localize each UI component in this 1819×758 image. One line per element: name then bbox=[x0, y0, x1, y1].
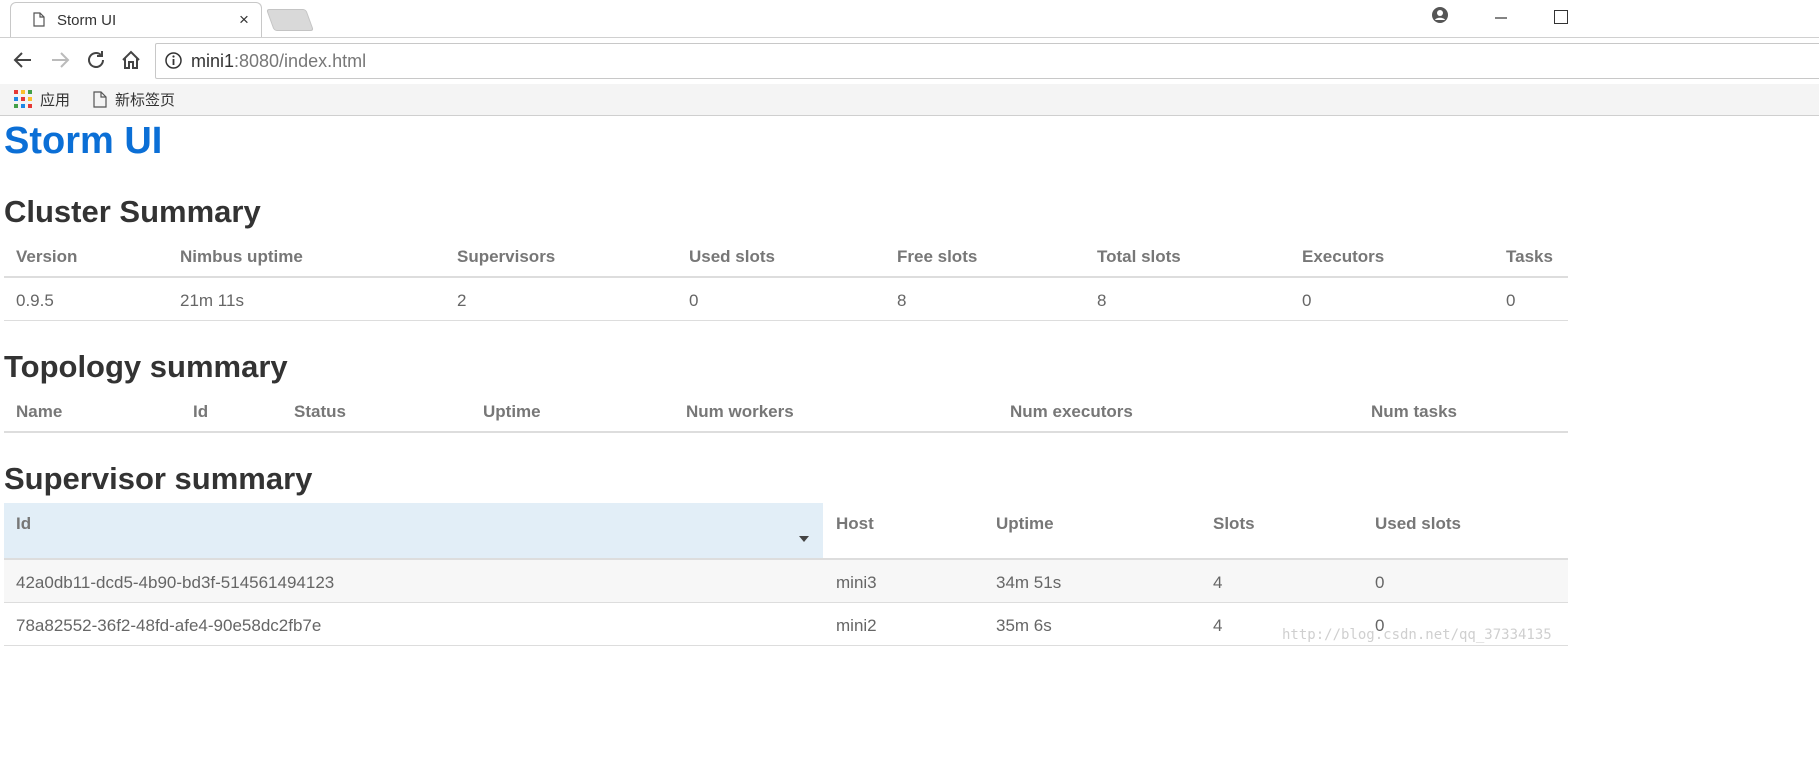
bookmark-new-tab-page[interactable]: 新标签页 bbox=[93, 89, 175, 109]
col-header-used-slots[interactable]: Used slots bbox=[689, 247, 775, 267]
col-header-num-workers[interactable]: Num workers bbox=[686, 402, 794, 422]
info-icon[interactable] bbox=[165, 52, 182, 69]
forward-arrow-icon[interactable] bbox=[48, 48, 72, 72]
col-header-uptime[interactable]: Uptime bbox=[996, 514, 1054, 534]
reload-icon[interactable] bbox=[84, 48, 108, 72]
topology-summary-heading: Topology summary bbox=[4, 349, 288, 384]
supervisor-host: mini3 bbox=[836, 573, 877, 592]
bookmarks-bar: 应用 新标签页 bbox=[0, 84, 1819, 116]
col-header-num-executors[interactable]: Num executors bbox=[1010, 402, 1133, 422]
table-row-divider bbox=[4, 602, 1568, 603]
col-header-uptime[interactable]: Uptime bbox=[483, 402, 541, 422]
page-title: Storm UI bbox=[4, 120, 163, 162]
sorted-column-header-bg bbox=[4, 503, 823, 558]
url-host: mini1 bbox=[191, 51, 235, 71]
col-header-slots[interactable]: Slots bbox=[1213, 514, 1255, 534]
col-header-host[interactable]: Host bbox=[836, 514, 874, 534]
col-header-tasks[interactable]: Tasks bbox=[1506, 247, 1553, 267]
url-text: mini1:8080/index.html bbox=[191, 51, 366, 72]
sort-descending-icon[interactable] bbox=[799, 536, 809, 542]
tab-storm-ui[interactable]: Storm UI × bbox=[10, 2, 262, 37]
bookmark-apps[interactable]: 应用 bbox=[14, 89, 70, 109]
apps-grid-icon bbox=[14, 90, 32, 108]
supervisor-summary-heading: Supervisor summary bbox=[4, 461, 313, 496]
col-header-total-slots[interactable]: Total slots bbox=[1097, 247, 1181, 267]
page-icon bbox=[33, 12, 45, 27]
supervisor-slots: 4 bbox=[1213, 616, 1223, 635]
minimize-icon[interactable] bbox=[1494, 6, 1512, 26]
col-header-version[interactable]: Version bbox=[16, 247, 77, 267]
cluster-tasks: 0 bbox=[1506, 291, 1516, 310]
col-header-executors[interactable]: Executors bbox=[1302, 247, 1384, 267]
page-icon bbox=[93, 90, 107, 108]
col-header-supervisors[interactable]: Supervisors bbox=[457, 247, 555, 267]
col-header-name[interactable]: Name bbox=[16, 402, 62, 422]
cluster-free-slots: 8 bbox=[897, 291, 907, 310]
supervisor-uptime: 35m 6s bbox=[996, 616, 1052, 635]
cluster-version: 0.9.5 bbox=[16, 291, 54, 310]
supervisor-uptime: 34m 51s bbox=[996, 573, 1062, 592]
address-bar[interactable]: mini1:8080/index.html bbox=[155, 43, 1819, 79]
bookmark-new-tab-page-label: 新标签页 bbox=[115, 91, 176, 109]
back-arrow-icon[interactable] bbox=[11, 48, 35, 72]
col-header-used-slots[interactable]: Used slots bbox=[1375, 514, 1461, 534]
cluster-supervisors: 2 bbox=[457, 291, 467, 310]
col-header-id[interactable]: Id bbox=[193, 402, 208, 422]
cluster-total-slots: 8 bbox=[1097, 291, 1107, 310]
table-row-divider bbox=[4, 320, 1568, 321]
browser-toolbar: mini1:8080/index.html bbox=[0, 38, 1819, 84]
new-tab-button[interactable] bbox=[265, 9, 315, 31]
supervisor-slots: 4 bbox=[1213, 573, 1223, 592]
home-icon[interactable] bbox=[119, 48, 143, 72]
supervisor-host: mini2 bbox=[836, 616, 877, 635]
col-header-status[interactable]: Status bbox=[294, 402, 346, 422]
table-header-divider bbox=[4, 431, 1568, 433]
col-header-num-tasks[interactable]: Num tasks bbox=[1371, 402, 1457, 422]
profile-icon[interactable] bbox=[1431, 6, 1449, 24]
supervisor-id-link[interactable]: 78a82552-36f2-48fd-afe4-90e58dc2fb7e bbox=[16, 616, 321, 636]
cluster-executors: 0 bbox=[1302, 291, 1312, 310]
col-header-nimbus-uptime[interactable]: Nimbus uptime bbox=[180, 247, 303, 267]
watermark: http://blog.csdn.net/qq_37334135 bbox=[1282, 627, 1552, 643]
cluster-used-slots: 0 bbox=[689, 291, 699, 310]
cluster-nimbus-uptime: 21m 11s bbox=[180, 291, 244, 310]
restore-window-icon[interactable] bbox=[1554, 10, 1568, 24]
col-header-free-slots[interactable]: Free slots bbox=[897, 247, 977, 267]
browser-tab-bar: Storm UI × bbox=[0, 0, 1819, 38]
bookmark-apps-label: 应用 bbox=[40, 91, 71, 109]
table-row-divider bbox=[4, 645, 1568, 646]
supervisor-used-slots: 0 bbox=[1375, 573, 1385, 592]
col-header-id[interactable]: Id bbox=[16, 514, 31, 534]
cluster-summary-heading: Cluster Summary bbox=[4, 194, 261, 229]
url-path: :8080/index.html bbox=[234, 51, 367, 71]
supervisor-id-link[interactable]: 42a0db11-dcd5-4b90-bd3f-514561494123 bbox=[16, 573, 334, 593]
close-tab-icon[interactable]: × bbox=[239, 10, 249, 30]
table-header-divider bbox=[4, 276, 1568, 278]
tab-title: Storm UI bbox=[57, 12, 117, 29]
